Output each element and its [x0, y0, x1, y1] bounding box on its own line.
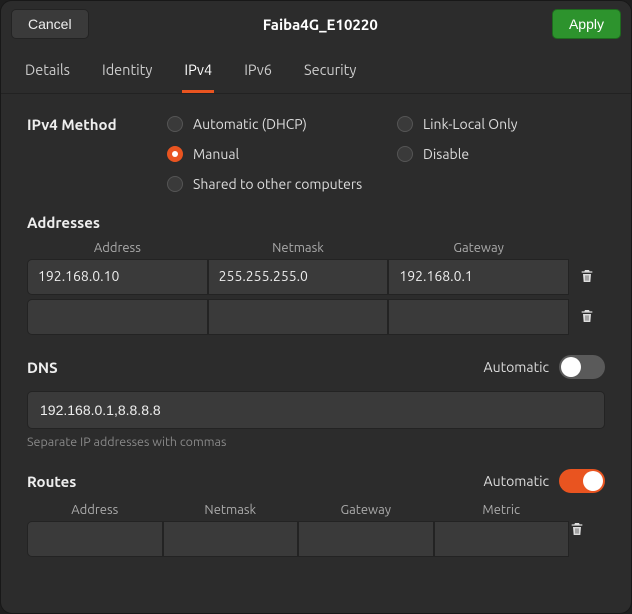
netmask-input[interactable]: 255.255.255.0: [208, 259, 389, 295]
route-address-input[interactable]: [27, 521, 163, 557]
gateway-input[interactable]: 192.168.0.1: [388, 259, 569, 295]
route-metric-input[interactable]: [434, 521, 570, 557]
radio-label: Disable: [423, 146, 469, 162]
tab-ipv6[interactable]: IPv6: [242, 47, 274, 93]
gateway-input[interactable]: [388, 299, 569, 335]
tab-details[interactable]: Details: [23, 47, 72, 93]
trash-icon: [579, 308, 595, 327]
col-netmask: Netmask: [208, 241, 389, 255]
dns-heading: DNS: [27, 359, 58, 376]
radio-label: Automatic (DHCP): [193, 116, 307, 132]
col-address: Address: [27, 241, 208, 255]
route-row: [27, 521, 605, 557]
route-gateway-input[interactable]: [298, 521, 434, 557]
radio-manual[interactable]: Manual: [167, 146, 397, 162]
addresses-table: Address Netmask Gateway 192.168.0.10 255…: [27, 237, 605, 335]
radio-icon: [397, 146, 413, 162]
ipv4-method-group: Automatic (DHCP) Link-Local Only Manual …: [167, 116, 605, 192]
tab-content: IPv4 Method Automatic (DHCP) Link-Local …: [1, 94, 631, 613]
dns-hint: Separate IP addresses with commas: [27, 435, 605, 449]
col-metric: Metric: [434, 503, 570, 517]
radio-label: Link-Local Only: [423, 116, 518, 132]
col-address: Address: [27, 503, 163, 517]
col-gateway: Gateway: [298, 503, 434, 517]
titlebar: Cancel Faiba4G_E10220 Apply: [1, 1, 631, 47]
addresses-heading: Addresses: [27, 214, 605, 231]
address-input[interactable]: 192.168.0.10: [27, 259, 208, 295]
radio-label: Shared to other computers: [193, 176, 362, 192]
routes-heading: Routes: [27, 473, 76, 490]
col-netmask: Netmask: [163, 503, 299, 517]
radio-label: Manual: [193, 146, 239, 162]
radio-icon: [167, 116, 183, 132]
radio-automatic-dhcp[interactable]: Automatic (DHCP): [167, 116, 397, 132]
netmask-input[interactable]: [208, 299, 389, 335]
radio-link-local-only[interactable]: Link-Local Only: [397, 116, 605, 132]
delete-route-button[interactable]: [569, 521, 605, 557]
tab-identity[interactable]: Identity: [100, 47, 154, 93]
tab-ipv4[interactable]: IPv4: [182, 47, 214, 93]
radio-icon: [167, 146, 183, 162]
address-row: [27, 299, 605, 335]
route-netmask-input[interactable]: [163, 521, 299, 557]
col-gateway: Gateway: [388, 241, 569, 255]
dns-automatic-toggle[interactable]: [559, 355, 605, 379]
tab-security[interactable]: Security: [302, 47, 358, 93]
tab-bar: Details Identity IPv4 IPv6 Security: [1, 47, 631, 94]
address-input[interactable]: [27, 299, 208, 335]
delete-row-button[interactable]: [569, 259, 605, 295]
delete-row-button[interactable]: [569, 299, 605, 335]
network-settings-dialog: Cancel Faiba4G_E10220 Apply Details Iden…: [0, 0, 632, 614]
cancel-button[interactable]: Cancel: [11, 9, 89, 39]
window-title: Faiba4G_E10220: [263, 16, 378, 33]
radio-disable[interactable]: Disable: [397, 146, 605, 162]
apply-button[interactable]: Apply: [552, 9, 621, 39]
dns-servers-input[interactable]: [27, 391, 605, 429]
radio-shared[interactable]: Shared to other computers: [167, 176, 397, 192]
ipv4-method-label: IPv4 Method: [27, 116, 167, 133]
dns-automatic-label: Automatic: [484, 359, 549, 375]
routes-automatic-toggle[interactable]: [559, 469, 605, 493]
address-row: 192.168.0.10 255.255.255.0 192.168.0.1: [27, 259, 605, 295]
trash-icon: [579, 268, 595, 287]
trash-icon: [569, 524, 585, 540]
routes-automatic-label: Automatic: [484, 473, 549, 489]
radio-icon: [167, 176, 183, 192]
radio-icon: [397, 116, 413, 132]
